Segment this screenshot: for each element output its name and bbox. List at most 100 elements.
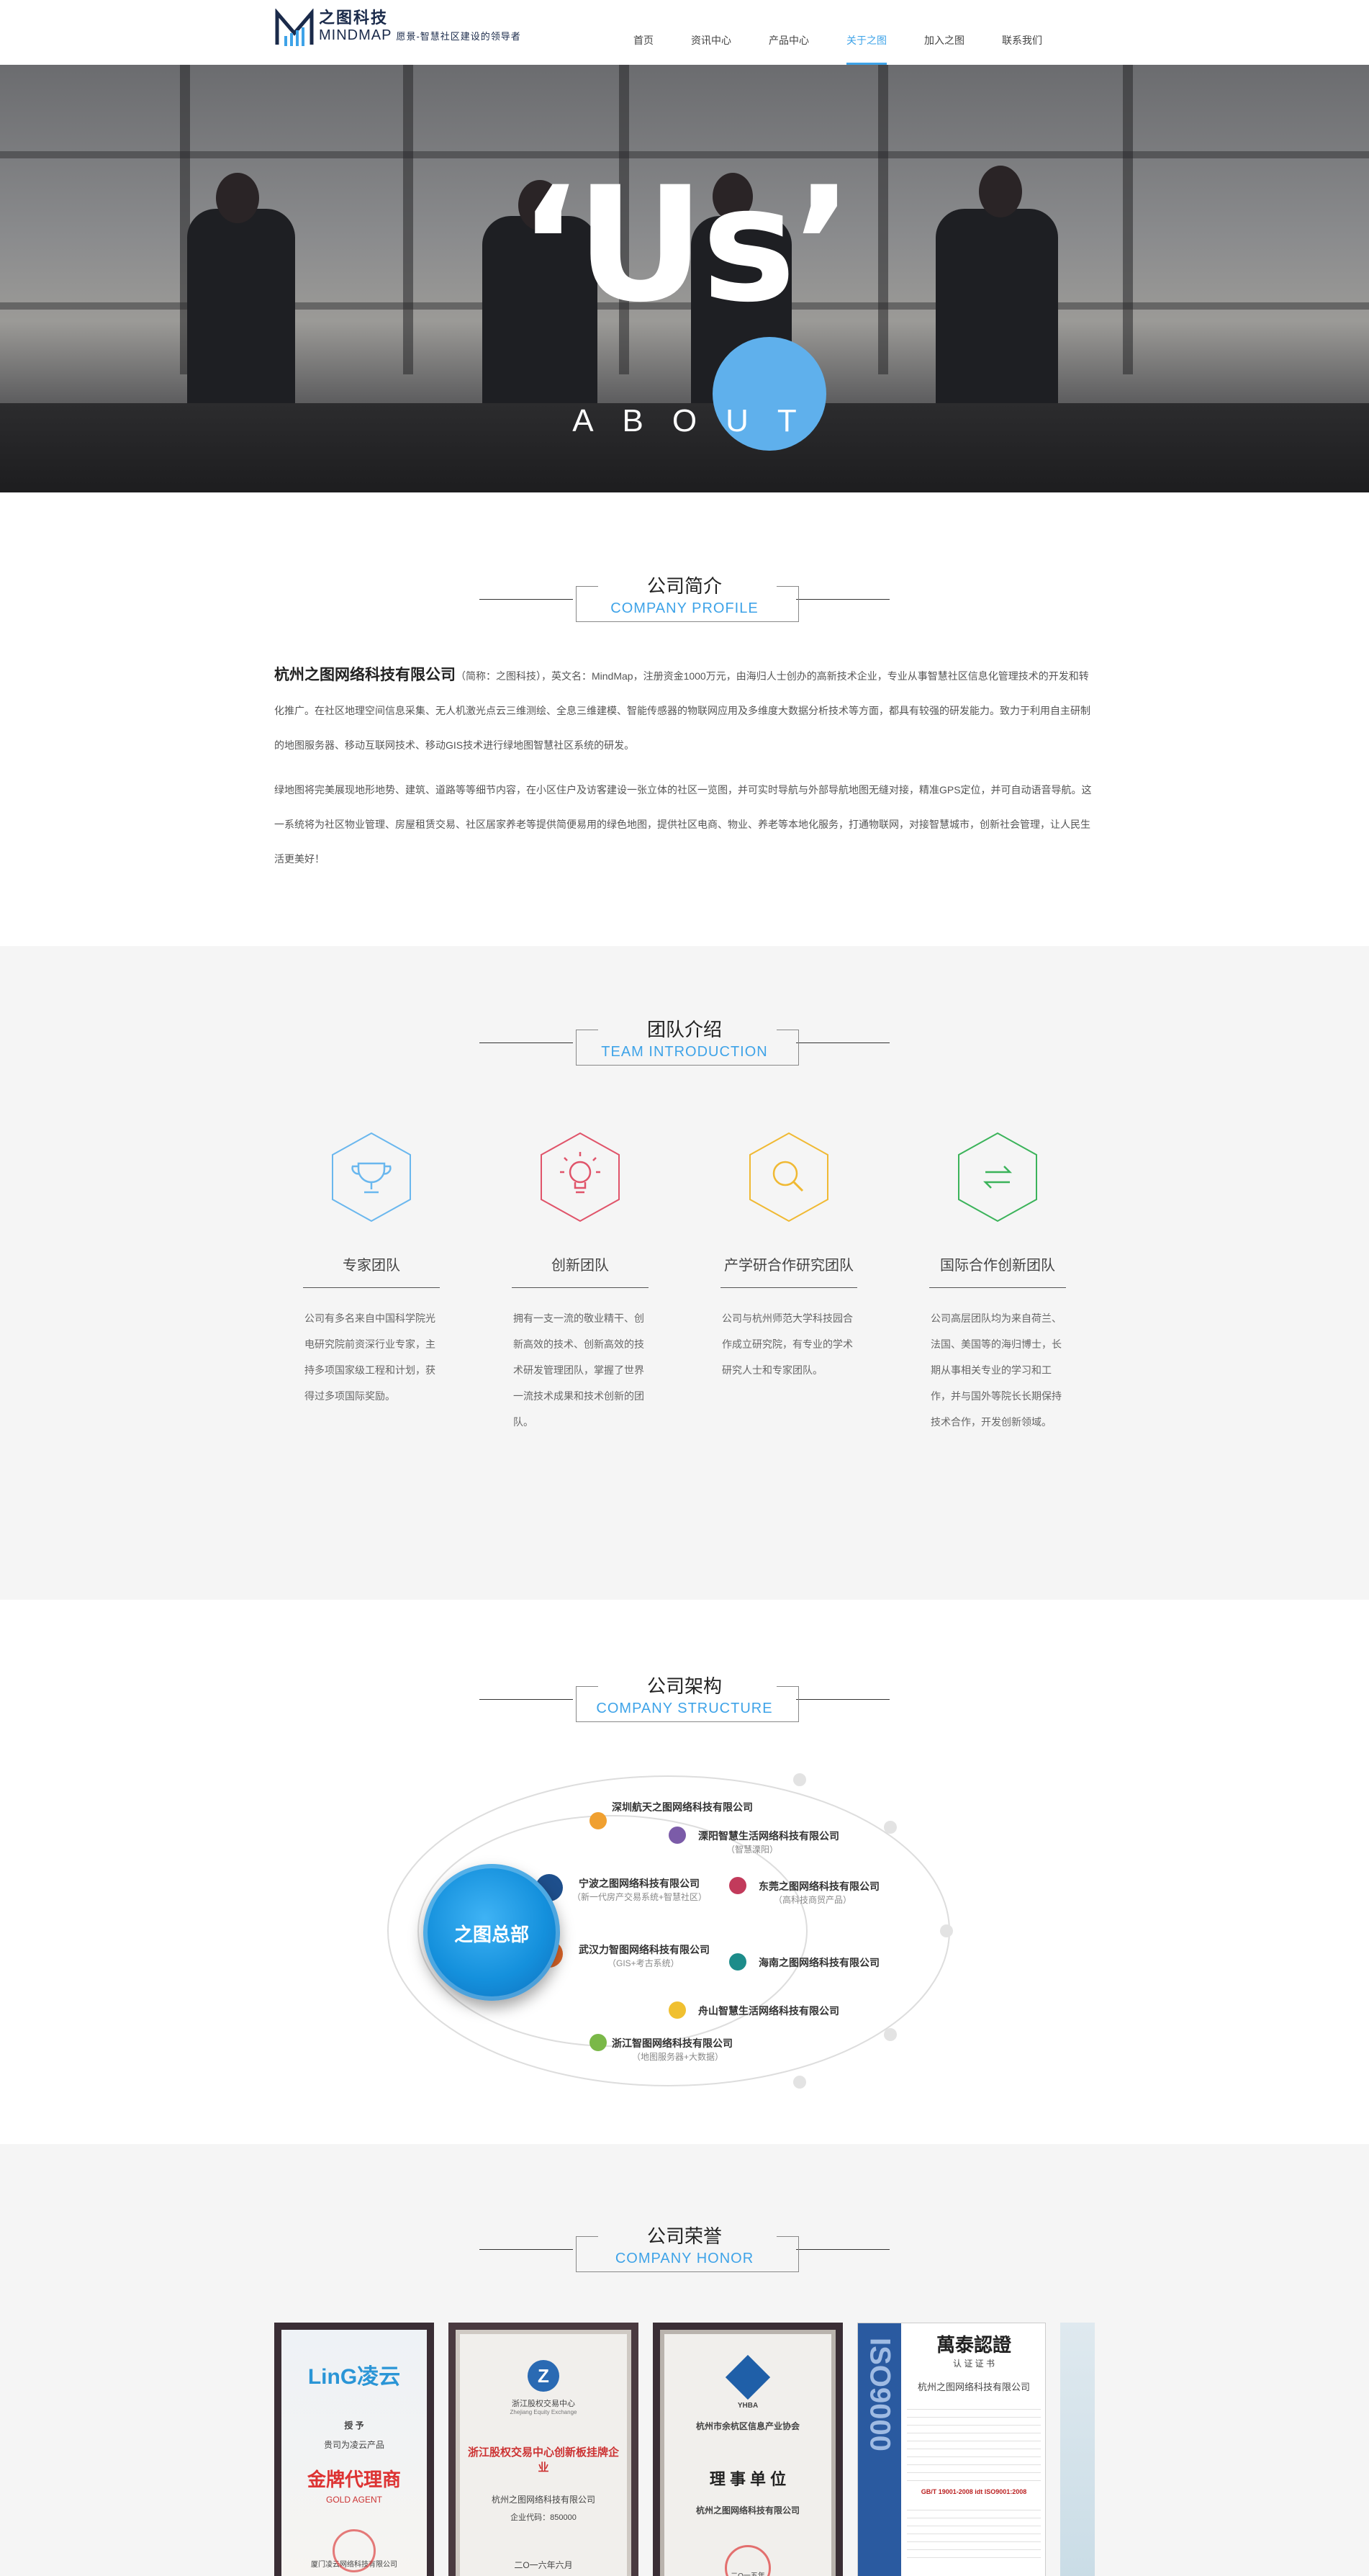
team-desc: 公司高层团队均为来自荷兰、法国、美国等的海归博士，长期从事相关专业的学习和工作，… <box>931 1312 1062 1428</box>
team-name: 产学研合作研究团队 <box>720 1253 857 1288</box>
nav-news[interactable]: 资讯中心 <box>691 0 731 65</box>
nav-home[interactable]: 首页 <box>633 0 654 65</box>
title-line <box>479 2249 573 2250</box>
nav-about[interactable]: 关于之图 <box>846 0 887 65</box>
cert-date: 二O一六年六月 <box>514 2560 573 2570</box>
branch-sub: （地图服务器+大数据） <box>632 2052 724 2062</box>
title-line <box>796 1042 890 1043</box>
section-title-en: COMPANY STRUCTURE <box>596 1701 773 1716</box>
section-title: 公司简介 COMPANY PROFILE <box>274 572 1095 622</box>
branch-label: 武汉力智图网络科技有限公司 <box>579 1944 710 1955</box>
nav-join[interactable]: 加入之图 <box>924 0 964 65</box>
exchange-logo-icon: Z <box>528 2360 559 2392</box>
cert-line: 杭州之图网络科技有限公司 <box>917 2382 1030 2392</box>
section-title-cn: 公司荣誉 <box>646 2225 722 2247</box>
team-item: 专家团队 公司有多名来自中国科学院光电研究院前资深行业专家，主持多项国家级工程和… <box>303 1130 440 1435</box>
site-header: 之图科技 MINDMAP 愿景-智慧社区建设的领导者 首页 资讯中心 产品中心 关… <box>0 0 1369 65</box>
title-line <box>796 599 890 600</box>
cert-title: 理 事 单 位 <box>709 2470 787 2488</box>
main-nav: 首页 资讯中心 产品中心 关于之图 加入之图 联系我们 <box>633 0 1080 65</box>
branch-sub: （新一代房产交易系统+智慧社区） <box>572 1892 708 1902</box>
logo-en: MINDMAP <box>319 27 392 43</box>
team-desc: 拥有一支一流的敬业精干、创新高效的技术、创新高效的技术研发管理团队，掌握了世界一… <box>513 1312 644 1428</box>
iso-side-band: ISO9000 <box>858 2323 901 2576</box>
magnifier-icon <box>749 1132 828 1222</box>
team-list: 专家团队 公司有多名来自中国科学院光电研究院前资深行业专家，主持多项国家级工程和… <box>274 1130 1095 1435</box>
cert-brand: YHBA <box>737 2402 759 2410</box>
branch-label: 舟山智慧生活网络科技有限公司 <box>698 2005 839 2017</box>
cert-title: 浙江股权交易中心创新板挂牌企业 <box>467 2446 619 2474</box>
honor-carousel[interactable]: LinG凌云 授 予 贵司为凌云产品 金牌代理商 GOLD AGENT 厦门凌云… <box>274 2323 1095 2576</box>
cert-side-text: ISO9000 <box>864 2338 896 2451</box>
team-name: 创新团队 <box>512 1253 649 1288</box>
logo[interactable]: 之图科技 MINDMAP 愿景-智慧社区建设的领导者 <box>274 9 521 49</box>
section-title: 团队介绍 TEAM INTRODUCTION <box>274 1015 1095 1066</box>
stamp-icon <box>725 2545 771 2576</box>
cert-line: 贵司为凌云产品 <box>323 2440 384 2450</box>
honor-certificate[interactable]: LinG凌云 授 予 贵司为凌云产品 金牌代理商 GOLD AGENT 厦门凌云… <box>274 2323 434 2576</box>
branch-label: 浙江智图网络科技有限公司 <box>612 2037 733 2049</box>
cert-code: 企业代码：850000 <box>510 2513 577 2522</box>
branch-label: 深圳航天之图网络科技有限公司 <box>612 1801 753 1813</box>
cert-line: 杭州市余杭区信息产业协会 <box>695 2421 800 2431</box>
section-title-cn: 公司简介 <box>646 575 722 597</box>
honor-certificate[interactable] <box>1060 2323 1095 2576</box>
cert-brand: 萬泰認證 <box>936 2334 1011 2356</box>
title-line <box>479 1699 573 1700</box>
section-title-cn: 团队介绍 <box>646 1019 722 1040</box>
honor-certificate[interactable]: Z 浙江股权交易中心 Zhejiang Equity Exchange 浙江股权… <box>448 2323 638 2576</box>
hq-node: 之图总部 <box>423 1864 560 2001</box>
stamp-icon <box>333 2529 376 2572</box>
banner-subtitle: ABOUT <box>572 403 826 438</box>
honor-certificate[interactable]: ISO9000 萬泰認證 认 证 证 书 杭州之图网络科技有限公司 GB/T 1… <box>857 2323 1046 2576</box>
trophy-icon <box>332 1132 411 1222</box>
section-title: 公司架构 COMPANY STRUCTURE <box>274 1672 1095 1722</box>
honor-certificate[interactable]: YHBA 杭州市余杭区信息产业协会 理 事 单 位 杭州之图网络科技有限公司 二… <box>653 2323 843 2576</box>
title-line <box>796 2249 890 2250</box>
section-title: 公司荣誉 COMPANY HONOR <box>274 2222 1095 2272</box>
team-name: 国际合作创新团队 <box>929 1253 1066 1288</box>
branch-sub: （智慧溧阳） <box>726 1845 779 1855</box>
team-desc: 公司与杭州师范大学科技园合作成立研究院，有专业的学术研究人士和专家团队。 <box>722 1312 853 1376</box>
team-name: 专家团队 <box>303 1253 440 1288</box>
company-honor-section: 公司荣誉 COMPANY HONOR LinG凌云 授 予 贵司为凌云产品 金牌… <box>0 2144 1369 2576</box>
nav-contact[interactable]: 联系我们 <box>1002 0 1042 65</box>
cert-line: 授 予 <box>344 2420 364 2431</box>
cert-line: Zhejiang Equity Exchange <box>510 2409 577 2415</box>
org-chart: 之图总部 深圳航天之图网络科技有限公司 溧阳智慧生活网络科技有限公司 （智慧溧阳… <box>274 1758 1095 2097</box>
team-desc: 公司有多名来自中国科学院光电研究院前资深行业专家，主持多项国家级工程和计划，获得… <box>304 1312 435 1402</box>
section-title-en: TEAM INTRODUCTION <box>601 1044 768 1060</box>
banner-title: ‘Us’ <box>518 153 854 337</box>
yhba-logo-icon <box>725 2354 771 2400</box>
cert-title: 金牌代理商 <box>307 2469 401 2490</box>
logo-cn: 之图科技 <box>319 9 389 27</box>
branch-label: 溧阳智慧生活网络科技有限公司 <box>698 1830 839 1842</box>
cert-line: 杭州之图网络科技有限公司 <box>695 2505 800 2516</box>
team-section: 团队介绍 TEAM INTRODUCTION 专家团队 公司有多名来自中国科学院… <box>0 946 1369 1600</box>
team-item: 国际合作创新团队 公司高层团队均为来自荷兰、法国、美国等的海归博士，长期从事相关… <box>929 1130 1066 1435</box>
section-title-en: COMPANY PROFILE <box>610 600 759 616</box>
cert-text-lines <box>907 2503 1041 2560</box>
branch-sub: （GIS+考古系统） <box>607 1958 679 1968</box>
cert-line: 杭州之图网络科技有限公司 <box>491 2495 595 2505</box>
title-line <box>479 599 573 600</box>
mindmap-logo-icon <box>275 9 314 46</box>
branch-sub: （高科技商贸产品） <box>774 1895 852 1905</box>
cert-title-en: GOLD AGENT <box>325 2495 383 2505</box>
branch-label: 宁波之图网络科技有限公司 <box>579 1878 700 1889</box>
exchange-icon <box>958 1132 1037 1222</box>
company-profile-section: 公司简介 COMPANY PROFILE 杭州之图网络科技有限公司（简称：之图科… <box>0 492 1369 946</box>
profile-para-2: 绿地图将完美展现地形地势、建筑、道路等等细节内容，在小区住户及访客建设一张立体的… <box>274 784 1092 865</box>
cert-text-lines <box>907 2402 1041 2488</box>
nav-products[interactable]: 产品中心 <box>769 0 809 65</box>
cert-brand: 浙江股权交易中心 <box>512 2400 575 2408</box>
hq-label: 之图总部 <box>453 1924 529 1945</box>
branch-label: 东莞之图网络科技有限公司 <box>759 1881 880 1892</box>
company-structure-section: 公司架构 COMPANY STRUCTURE 之图总部 深圳航天之图网络科技有限… <box>0 1600 1369 2144</box>
branch-label: 海南之图网络科技有限公司 <box>759 1957 880 1968</box>
about-banner: ‘Us’ ABOUT <box>0 65 1369 492</box>
cert-brand: LinG凌云 <box>307 2365 401 2389</box>
cert-standard: GB/T 19001-2008 idt ISO9001:2008 <box>921 2488 1027 2495</box>
team-item: 创新团队 拥有一支一流的敬业精干、创新高效的技术、创新高效的技术研发管理团队，掌… <box>512 1130 649 1435</box>
team-item: 产学研合作研究团队 公司与杭州师范大学科技园合作成立研究院，有专业的学术研究人士… <box>720 1130 857 1435</box>
